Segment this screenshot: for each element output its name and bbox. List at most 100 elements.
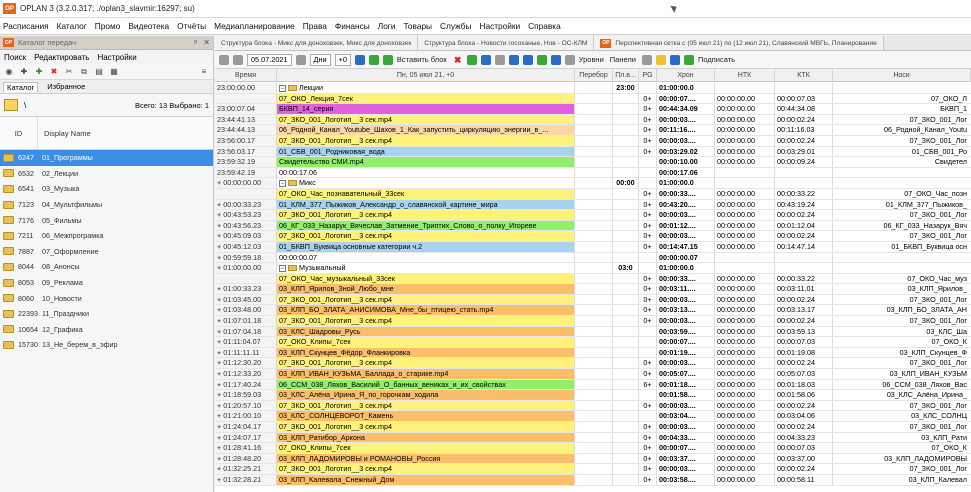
block-header-row[interactable]: + 01:00:00.00− Музыкальный 03:0 01:00:00.0 [215, 263, 971, 274]
schedule-row[interactable]: 23:59:32.19 Свидетельство СМИ.mp4 00:00:10… [215, 157, 971, 168]
schedule-row[interactable]: 23:44:44.13 06_Родной_Канал_Youtube_Шахов… [215, 125, 971, 136]
schedule-row[interactable]: + 01:32:28.21 03_КЛП_Калевала_Снежный_Дом… [215, 474, 971, 486]
schedule-row[interactable]: + 00:45:12.03 01_БКВП_Буквица основные ка… [215, 241, 971, 253]
delete-icon[interactable]: ✖ [48, 66, 60, 77]
menu-item[interactable]: Расписания [3, 21, 49, 31]
folder-up-icon[interactable] [4, 99, 18, 111]
menu-item[interactable]: Промо [95, 21, 121, 31]
schedule-row[interactable]: + 00:43:53.23 07_ЗКО_001_Логотип__3 сек.m… [215, 210, 971, 221]
menu-item[interactable]: Отчёты [177, 21, 206, 31]
menu-item[interactable]: Справка [528, 21, 561, 31]
catalog-row[interactable]: 7176 05_Фильмы [0, 212, 213, 228]
next-icon[interactable] [233, 54, 243, 65]
move-icon[interactable]: ✚ [18, 66, 30, 77]
offset-select[interactable]: +0 [334, 53, 351, 66]
close-icon[interactable]: ✕ [203, 38, 210, 47]
panels-dropdown[interactable]: Панели [610, 55, 636, 64]
catalog-subtab[interactable]: Избранное [47, 82, 85, 91]
pin-icon[interactable]: ᵖ [194, 38, 197, 47]
schedule-row[interactable]: + 01:21:00.10 03_КЛС_СОЛНЦЕВОРОТ_Камень 00… [215, 411, 971, 422]
copy-icon[interactable]: ⧉ [78, 66, 90, 77]
catalog-row[interactable]: 6541 03_Музыка [0, 181, 213, 197]
schedule-row[interactable]: 07_ОКО_Час_музыкальный_33сек 0+ 00:00:33..… [215, 273, 971, 285]
schedule-row[interactable]: 23:59:42.19 00:00:17.06 00:00:17.06 [215, 167, 971, 179]
schedule-row[interactable]: + 01:20:57.10 07_ЗКО_001_Логотип__3 сек.m… [215, 400, 971, 412]
schedule-row[interactable]: + 01:28:41.16 07_ОКО_Клипы_7сек 0+ 00:00:07… [215, 443, 971, 454]
catalog-row[interactable]: 15730 13_Не_берем_в_эфир [0, 337, 213, 353]
collapse-icon[interactable]: − [279, 264, 286, 272]
prev-icon[interactable] [219, 54, 229, 65]
column-planned[interactable]: Пл.в... [613, 69, 639, 81]
schedule-row[interactable]: + 01:24:07.17 03_КЛП_Ратибор_Аркона 0+ 00:0… [215, 432, 971, 444]
sign-button[interactable]: Подписать [698, 55, 735, 64]
column-pg[interactable]: PG [639, 69, 657, 81]
collapse-icon[interactable]: − [279, 84, 286, 92]
menu-item[interactable]: Логи [378, 21, 396, 31]
levels-dropdown[interactable]: Уровни [579, 55, 604, 64]
column-time[interactable]: Время [215, 69, 277, 81]
catalog-row[interactable]: 7887 07_Оформление [0, 244, 213, 260]
schedule-row[interactable]: 07_ОКО_Лекция_7сек 0+ 00:00:07.... 00:00:00… [215, 93, 971, 105]
catalog-row[interactable]: 6247 01_Программы [0, 150, 213, 166]
edit-icon[interactable] [354, 54, 365, 65]
schedule-row[interactable]: + 01:07:04.18 03_КЛС_Шадровы_Русь 00:03:59… [215, 326, 971, 338]
save-icon[interactable] [536, 54, 547, 65]
column-ktk[interactable]: КТК [775, 69, 833, 81]
catalog-row[interactable]: 6532 02_Лекции [0, 166, 213, 182]
binoculars-icon[interactable]: ◉ [3, 66, 15, 77]
menu-item[interactable]: Службы [440, 21, 471, 31]
schedule-row[interactable]: + 01:07:01.18 07_ЗКО_001_Логотип__3 сек.m… [215, 316, 971, 327]
catalog-row[interactable]: 7211 06_Межпрограмка [0, 228, 213, 244]
collapse-icon[interactable]: − [279, 179, 286, 187]
catalog-tab[interactable]: Редактировать [34, 53, 89, 62]
schedule-row[interactable]: 23:44:41.13 07_ЗКО_001_Логотип__3 сек.mp4… [215, 114, 971, 126]
schedule-row[interactable]: + 01:00:33.23 03_КЛП_Ярилов_Зной_Любо_мне… [215, 284, 971, 295]
grid-view-icon[interactable]: ▦ [108, 66, 120, 77]
cut-icon[interactable]: ✂ [63, 66, 75, 77]
delete-icon[interactable]: ✖ [453, 55, 463, 65]
menu-item[interactable]: Каталог [57, 21, 87, 31]
calendar-icon[interactable] [295, 54, 306, 65]
menu-item[interactable]: Медиапланирование [214, 21, 295, 31]
column-carrier[interactable]: Носи [833, 69, 971, 81]
catalog-row[interactable]: 7123 04_Мультфильмы [0, 197, 213, 213]
grid-icon[interactable] [669, 54, 680, 65]
schedule-row[interactable]: 23:00:07.04 БКВП_14_серия 0+ 00:44:34.09 00:… [215, 104, 971, 115]
schedule-row[interactable]: + 01:11:04.07 07_ОКО_Клипы_7сек 00:00:07..… [215, 337, 971, 348]
column-id[interactable]: ID [0, 117, 38, 149]
catalog-row[interactable]: 8060 10_Новости [0, 290, 213, 306]
document-tab[interactable]: OP Перспективная сетка с (05 июл 21) по (… [594, 36, 884, 50]
levels-icon[interactable] [564, 54, 575, 65]
schedule-row[interactable]: + 01:12:33.20 03_КЛП_ИВАН_КУЗЬМА_Баллада_… [215, 369, 971, 380]
catalog-row[interactable]: 8044 08_Анонсы [0, 259, 213, 275]
list-icon[interactable] [508, 54, 519, 65]
upload-icon[interactable] [550, 54, 561, 65]
insert-block-icon[interactable] [382, 54, 393, 65]
schedule-row[interactable]: + 01:28:48.20 03_КЛП_ЛАДОМИРОВЫ и РОМАНОВ… [215, 453, 971, 465]
schedule-row[interactable]: + 01:17:40.24 06_ССМ_038_Ляхов_Василий_О_… [215, 379, 971, 391]
insert-block-button[interactable]: Вставить блок [397, 55, 447, 64]
menu-item[interactable]: Права [303, 21, 327, 31]
schedule-row[interactable]: + 01:03:45.00 07_ЗКО_001_Логотип__3 сек.m… [215, 294, 971, 306]
schedule-row[interactable]: + 00:00:33.23 01_КЛМ_377_Пыжиков_Александ… [215, 199, 971, 211]
schedule-row[interactable]: + 00:43:56.23 06_КГ_033_Назарук_Вячеслав_… [215, 220, 971, 232]
column-display-name[interactable]: Display Name [38, 129, 91, 138]
column-duration[interactable]: Хрон [657, 69, 715, 81]
play-icon[interactable] [522, 54, 533, 65]
catalog-row[interactable]: 10654 12_Графика [0, 322, 213, 338]
block-header-row[interactable]: + 00:00:00.00− Микс 00:00 01:00:00.0 [215, 178, 971, 189]
schedule-row[interactable]: + 01:12:30.20 07_ЗКО_001_Логотип__3 сек.m… [215, 358, 971, 370]
menu-item[interactable]: Видеотека [128, 21, 169, 31]
column-name[interactable]: Пн, 05 июл 21, +0 [277, 69, 575, 81]
schedule-row[interactable]: + 01:32:25.21 07_ЗКО_001_Логотип__3 сек.m… [215, 464, 971, 475]
add-icon[interactable]: ✚ [33, 66, 45, 77]
paste-icon[interactable]: ▤ [93, 66, 105, 77]
schedule-row[interactable]: + 00:45:09.03 07_ЗКО_001_Логотип__3 сек.m… [215, 231, 971, 242]
schedule-row[interactable]: + 01:03:48.00 03_КЛП_БО_ЗЛАТА_АНИСИМОВА_М… [215, 305, 971, 317]
schedule-row[interactable]: 07_ОКО_Час_познавательный_33сек 0+ 00:00:3… [215, 188, 971, 200]
undo-icon[interactable] [480, 54, 491, 65]
catalog-row[interactable]: 22393 11_Праздники [0, 306, 213, 322]
document-tab[interactable]: Структура блока - Микс для доноховзек, М… [215, 36, 419, 50]
excel-icon[interactable] [466, 54, 477, 65]
schedule-row[interactable]: + 00:59:59.18 00:00:00.07 00:00:00.07 [215, 252, 971, 264]
